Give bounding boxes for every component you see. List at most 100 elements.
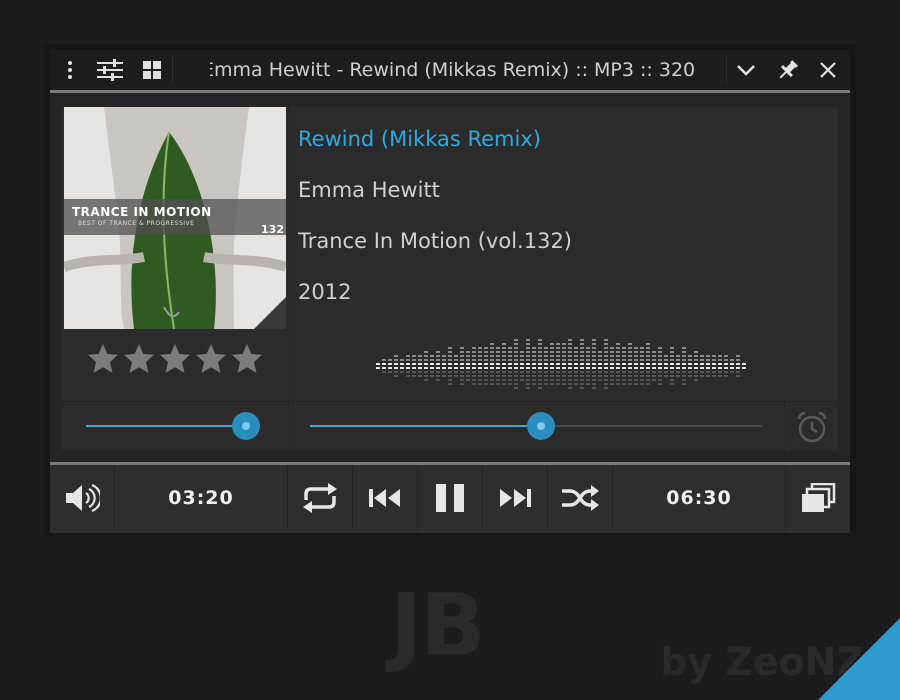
spectrum-bar-segment xyxy=(562,359,566,361)
spectrum-bar-segment xyxy=(436,371,440,373)
spectrum-bar-segment xyxy=(634,351,638,353)
spectrum-bar-segment xyxy=(532,355,536,357)
spectrum-bar-segment xyxy=(532,383,536,385)
spectrum-bar-segment xyxy=(526,387,530,389)
spectrum-bar-segment xyxy=(628,375,632,377)
spectrum-bar-segment xyxy=(508,351,512,353)
window-icon[interactable] xyxy=(786,465,850,530)
spectrum-bar-segment xyxy=(568,339,572,341)
spectrum-bar-segment xyxy=(424,367,428,369)
album-cover: TRANCE IN MOTION BEST OF TRANCE & PROGRE… xyxy=(64,107,286,329)
star-icon[interactable] xyxy=(87,343,119,375)
spectrum-bar-segment xyxy=(664,355,668,357)
spectrum-bar-segment xyxy=(556,351,560,353)
release-year: 2012 xyxy=(298,280,352,304)
volume-icon[interactable] xyxy=(50,465,115,530)
spectrum-bar-segment xyxy=(580,387,584,389)
alarm-clock-icon[interactable] xyxy=(784,402,839,452)
rating-stars[interactable] xyxy=(62,343,288,387)
spectrum-bar-segment xyxy=(520,351,524,353)
spectrum-bar-segment xyxy=(658,379,662,381)
spectrum-bar-segment xyxy=(520,367,524,369)
spectrum-bar-segment xyxy=(592,347,596,349)
spectrum-bar-segment xyxy=(496,379,500,381)
spectrum-bar-segment xyxy=(634,367,638,369)
close-icon[interactable] xyxy=(808,50,848,90)
spectrum-bar-segment xyxy=(682,351,686,353)
spectrum-bar-segment xyxy=(628,383,632,385)
spectrum-bar-segment xyxy=(382,371,386,373)
star-icon[interactable] xyxy=(231,343,263,375)
spectrum-bar-segment xyxy=(424,363,428,365)
spectrum-bar-segment xyxy=(616,347,620,349)
pin-icon[interactable] xyxy=(768,50,808,90)
spectrum-bar-segment xyxy=(580,355,584,357)
shuffle-icon[interactable] xyxy=(548,465,613,530)
spectrum-bar-segment xyxy=(580,343,584,345)
equalizer-settings-icon[interactable] xyxy=(90,50,130,90)
spectrum-bar-segment xyxy=(538,375,542,377)
spectrum-bar-segment xyxy=(376,363,380,365)
spectrum-bar-segment xyxy=(508,379,512,381)
seek-slider-knob[interactable] xyxy=(526,412,555,440)
spectrum-bar-segment xyxy=(652,359,656,361)
spectrum-bar-segment xyxy=(682,347,686,349)
spectrum-bar-segment xyxy=(502,375,506,377)
spectrum-bar-segment xyxy=(520,355,524,357)
spectrum-bar-segment xyxy=(508,375,512,377)
spectrum-bar-segment xyxy=(400,371,404,373)
spectrum-bar-segment xyxy=(388,359,392,361)
spectrum-bar-segment xyxy=(520,379,524,381)
spectrum-bar-segment xyxy=(616,363,620,365)
spectrum-bar-segment xyxy=(454,375,458,377)
spectrum-bar-segment xyxy=(682,375,686,377)
spectrum-bar-segment xyxy=(424,359,428,361)
spectrum-bar-segment xyxy=(622,359,626,361)
star-icon[interactable] xyxy=(123,343,155,375)
spectrum-bar-segment xyxy=(622,363,626,365)
spectrum-bar-segment xyxy=(490,351,494,353)
spectrum-bar-segment xyxy=(556,343,560,345)
spectrum-bar-segment xyxy=(640,351,644,353)
pause-icon[interactable] xyxy=(418,465,483,530)
volume-slider-knob[interactable] xyxy=(232,412,261,440)
star-icon[interactable] xyxy=(195,343,227,375)
spectrum-bar-segment xyxy=(490,367,494,369)
collapse-chevron-icon[interactable] xyxy=(726,50,766,90)
spectrum-bar-segment xyxy=(538,387,542,389)
spectrum-bar-segment xyxy=(586,359,590,361)
spectrum-bar-segment xyxy=(526,371,530,373)
repeat-icon[interactable] xyxy=(288,465,353,530)
spectrum-bar-segment xyxy=(658,351,662,353)
title-bar[interactable]: Emma Hewitt - Rewind (Mikkas Remix) :: M… xyxy=(50,50,850,93)
spectrum-bar-segment xyxy=(634,347,638,349)
spectrum-bar-segment xyxy=(460,379,464,381)
spectrum-bar-segment xyxy=(736,363,740,365)
album-name: Trance In Motion (vol.132) xyxy=(298,229,572,253)
next-icon[interactable] xyxy=(483,465,548,530)
spectrum-bar-segment xyxy=(610,367,614,369)
spectrum-bar-segment xyxy=(580,339,584,341)
spectrum-bar-segment xyxy=(646,351,650,353)
divider xyxy=(172,56,173,84)
spectrum-bar-segment xyxy=(562,371,566,373)
spectrum-bar-segment xyxy=(646,367,650,369)
spectrum-bar-segment xyxy=(538,367,542,369)
spectrum-bar-segment xyxy=(640,375,644,377)
spectrum-bar-segment xyxy=(502,383,506,385)
spectrum-bar-segment xyxy=(394,367,398,369)
grid-view-icon[interactable] xyxy=(132,50,172,90)
spectrum-bar-segment xyxy=(736,371,740,373)
spectrum-bar-segment xyxy=(652,371,656,373)
spectrum-bar-segment xyxy=(562,375,566,377)
menu-icon[interactable] xyxy=(50,50,90,90)
previous-icon[interactable] xyxy=(353,465,418,530)
spectrum-bar-segment xyxy=(634,355,638,357)
spectrum-bar-segment xyxy=(580,351,584,353)
spectrum-bar-segment xyxy=(532,379,536,381)
spectrum-bar-segment xyxy=(544,363,548,365)
spectrum-bar-segment xyxy=(682,367,686,369)
spectrum-bar-segment xyxy=(394,359,398,361)
spectrum-bar-segment xyxy=(394,355,398,357)
star-icon[interactable] xyxy=(159,343,191,375)
